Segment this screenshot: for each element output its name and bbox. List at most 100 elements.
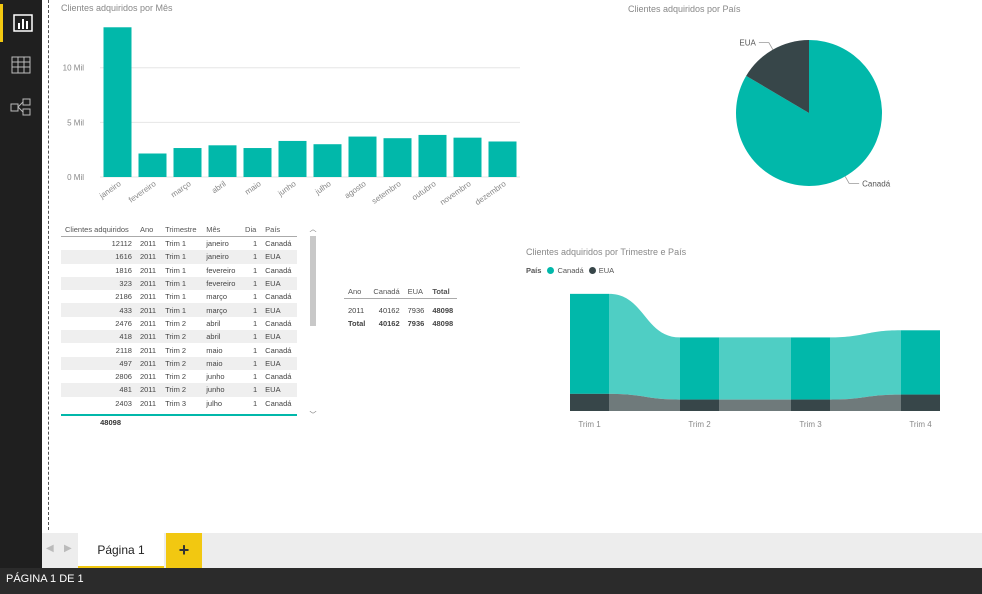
x-tick-label: fevereiro <box>127 179 158 205</box>
table-row[interactable]: 2118 2011 Trim 2 maio 1 Canadá <box>61 343 297 356</box>
table-cell: Trim 2 <box>161 330 203 344</box>
y-tick-label: 10 Mil <box>63 64 85 73</box>
table-row[interactable]: 2403 2011 Trim 3 julho 1 Canadá <box>61 397 297 410</box>
table-cell: 1 <box>241 276 262 291</box>
table-row[interactable]: 12112 2011 Trim 1 janeiro 1 Canadá <box>61 237 297 251</box>
scroll-thumb[interactable] <box>310 236 316 326</box>
table-row[interactable]: 418 2011 Trim 2 abril 1 EUA <box>61 330 297 344</box>
bar[interactable] <box>243 148 272 177</box>
bar-canada[interactable] <box>680 337 719 400</box>
tab-scroll-left-icon[interactable]: ◀ <box>46 543 54 554</box>
bar[interactable] <box>383 138 412 177</box>
matrix-column-header[interactable]: Ano <box>344 285 370 299</box>
bar[interactable] <box>313 144 342 177</box>
table-cell: EUA <box>261 356 297 370</box>
column-header[interactable]: Trimestre <box>161 223 203 237</box>
data-icon <box>11 56 31 74</box>
table-row[interactable]: 1816 2011 Trim 1 fevereiro 1 Canadá <box>61 264 297 277</box>
bar-chart[interactable]: 0 Mil 5 Mil 10 Mil janeiro fevereiro março abr… <box>50 14 530 210</box>
ribbon-chart[interactable]: Trim 1 Trim 2 Trim 3 Trim 4 <box>550 285 960 435</box>
table-row[interactable]: 2186 2011 Trim 1 março 1 Canadá <box>61 290 297 303</box>
matrix-cell: 40162 <box>378 306 400 316</box>
legend-eua-label[interactable]: EUA <box>599 266 614 275</box>
table-row[interactable]: 323 2011 Trim 1 fevereiro 1 EUA <box>61 276 297 291</box>
detail-table[interactable]: Clientes adquiridos Ano Trimestre Mês Dia Paí… <box>61 223 297 427</box>
bar[interactable] <box>418 134 447 177</box>
column-header[interactable]: Ano <box>135 223 162 237</box>
scroll-down-icon[interactable]: ﹀ <box>309 410 317 420</box>
pie-chart-title: Clientes adquiridos por País <box>628 4 741 14</box>
column-header[interactable]: Mês <box>202 223 242 237</box>
matrix-table[interactable]: Ano Canadá EUA Total 2011 40162 7936 48098 Tota… <box>344 285 458 331</box>
matrix-column-header[interactable]: Total <box>428 285 458 299</box>
data-view-button[interactable] <box>0 46 42 84</box>
bar[interactable] <box>173 148 202 177</box>
table-cell: Canadá <box>265 292 292 302</box>
table-cell: Canadá <box>265 318 292 328</box>
x-tick-label: junho <box>276 179 298 198</box>
bar[interactable] <box>138 153 167 177</box>
table-cell: 2011 <box>139 265 157 275</box>
relationships-view-button[interactable] <box>0 88 42 126</box>
table-row[interactable]: 481 2011 Trim 2 junho 1 EUA <box>61 383 297 397</box>
table-cell: 481 <box>61 383 136 397</box>
status-bar: PÁGINA 1 DE 1 <box>0 568 982 594</box>
y-tick-label: 5 Mil <box>67 118 84 127</box>
bar[interactable] <box>453 137 482 177</box>
table-cell: 2011 <box>139 345 157 355</box>
bar[interactable] <box>278 140 307 177</box>
table-cell: 12112 <box>111 239 132 249</box>
pie-chart[interactable]: Canadá EUA <box>710 20 930 210</box>
bar-canada[interactable] <box>901 330 940 395</box>
table-cell: Canadá <box>265 345 292 355</box>
detail-table-total-row: 48098 <box>61 414 297 429</box>
column-header[interactable]: Clientes adquiridos <box>61 223 136 237</box>
scroll-up-icon[interactable]: ︿ <box>309 224 317 234</box>
tab-scroll-right-icon[interactable]: ▶ <box>64 543 72 554</box>
table-row[interactable]: 2476 2011 Trim 2 abril 1 Canadá <box>61 317 297 330</box>
table-cell: EUA <box>261 303 297 317</box>
table-cell: 2403 <box>115 398 132 408</box>
table-row[interactable]: 497 2011 Trim 2 maio 1 EUA <box>61 356 297 370</box>
table-row[interactable]: 433 2011 Trim 1 março 1 EUA <box>61 303 297 317</box>
detail-table-total: 48098 <box>100 418 121 427</box>
ribbon-legend: País Canadá EUA <box>526 266 614 275</box>
bar-canada[interactable] <box>570 293 609 394</box>
x-tick-label: abril <box>210 179 228 195</box>
bar-eua[interactable] <box>680 399 719 411</box>
table-row[interactable]: 1616 2011 Trim 1 janeiro 1 EUA <box>61 250 297 264</box>
table-cell: 2011 <box>139 239 157 249</box>
bar-eua[interactable] <box>901 394 940 411</box>
tab-pagina-1[interactable]: Página 1 <box>78 533 164 569</box>
table-cell: Trim 2 <box>161 356 203 370</box>
bar-eua[interactable] <box>791 399 830 411</box>
bar[interactable] <box>103 27 132 178</box>
table-cell: 2011 <box>135 250 162 264</box>
report-view-button[interactable] <box>0 4 42 42</box>
bar-canada[interactable] <box>791 337 830 400</box>
matrix-column-header[interactable]: EUA <box>403 285 429 299</box>
table-cell: 1 <box>252 345 258 355</box>
legend-canada-label[interactable]: Canadá <box>557 266 583 275</box>
bar[interactable] <box>208 145 237 177</box>
bar[interactable] <box>488 141 517 177</box>
add-page-button[interactable]: + <box>166 533 202 568</box>
table-cell: 1 <box>252 372 258 382</box>
table-cell: Trim 1 <box>165 292 187 302</box>
matrix-column-header[interactable]: Canadá <box>369 285 404 299</box>
table-cell: julho <box>206 398 223 408</box>
table-cell: Trim 1 <box>161 303 203 317</box>
bar-eua[interactable] <box>570 393 609 411</box>
column-header[interactable]: Dia <box>241 223 262 237</box>
table-cell: 1 <box>252 265 258 275</box>
bar-chart-title: Clientes adquiridos por Mês <box>61 3 173 13</box>
table-row[interactable]: 2806 2011 Trim 2 junho 1 Canadá <box>61 370 297 383</box>
column-header[interactable]: País <box>261 223 297 237</box>
table-cell: 2118 <box>115 345 132 355</box>
table-cell: fevereiro <box>202 276 242 291</box>
relationships-icon <box>10 98 31 116</box>
table-cell: 2011 <box>139 318 157 328</box>
page-tabs-bar: ◀ ▶ Página 1 + <box>42 533 982 569</box>
bar[interactable] <box>348 136 377 177</box>
table-scrollbar[interactable]: ︿ ﹀ <box>309 224 317 420</box>
